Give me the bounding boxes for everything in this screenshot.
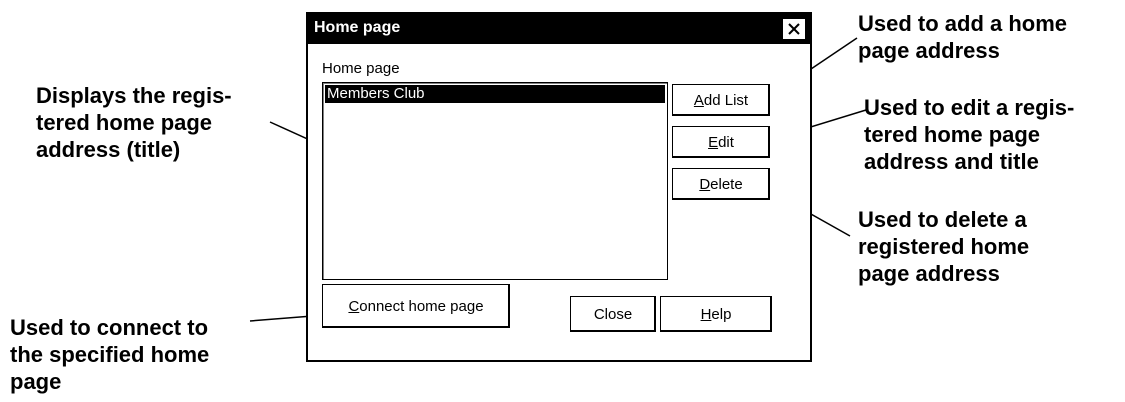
- close-label: Close: [593, 305, 633, 323]
- connect-home-page-button[interactable]: Connect home page: [322, 284, 510, 328]
- help-button[interactable]: Help: [660, 296, 772, 332]
- home-page-dialog: Home page Home page Members Club Add Lis…: [306, 12, 812, 362]
- help-mnemonic: H: [700, 305, 712, 323]
- dialog-titlebar[interactable]: Home page: [308, 14, 810, 44]
- callout-add-description: Used to add a home page address: [858, 11, 1068, 63]
- close-icon: [788, 23, 800, 35]
- add-list-button[interactable]: Add List: [672, 84, 770, 116]
- connect-label: onnect home page: [359, 297, 484, 315]
- edit-label: dit: [718, 133, 734, 151]
- home-page-list-label: Home page: [322, 60, 400, 77]
- edit-button[interactable]: Edit: [672, 126, 770, 158]
- callout-delete-description: Used to delete a registered home page ad…: [858, 207, 1030, 286]
- callout-edit-description: Used to edit a regis- tered home page ad…: [864, 95, 1075, 174]
- callout-list-description: Displays the regis- tered home page addr…: [36, 83, 232, 162]
- delete-button[interactable]: Delete: [672, 168, 770, 200]
- list-item[interactable]: Members Club: [325, 85, 665, 103]
- help-label: elp: [711, 305, 732, 323]
- edit-mnemonic: E: [708, 133, 719, 151]
- add-list-label: dd List: [703, 91, 749, 109]
- dialog-title: Home page: [314, 19, 401, 36]
- close-window-button[interactable]: [782, 18, 806, 40]
- add-list-mnemonic: A: [693, 91, 704, 109]
- delete-label: elete: [710, 175, 743, 193]
- delete-mnemonic: D: [699, 175, 711, 193]
- close-button[interactable]: Close: [570, 296, 656, 332]
- home-page-listbox[interactable]: Members Club: [322, 82, 668, 280]
- callout-connect-description: Used to connect to the specified home pa…: [10, 315, 210, 394]
- connect-mnemonic: C: [348, 297, 360, 315]
